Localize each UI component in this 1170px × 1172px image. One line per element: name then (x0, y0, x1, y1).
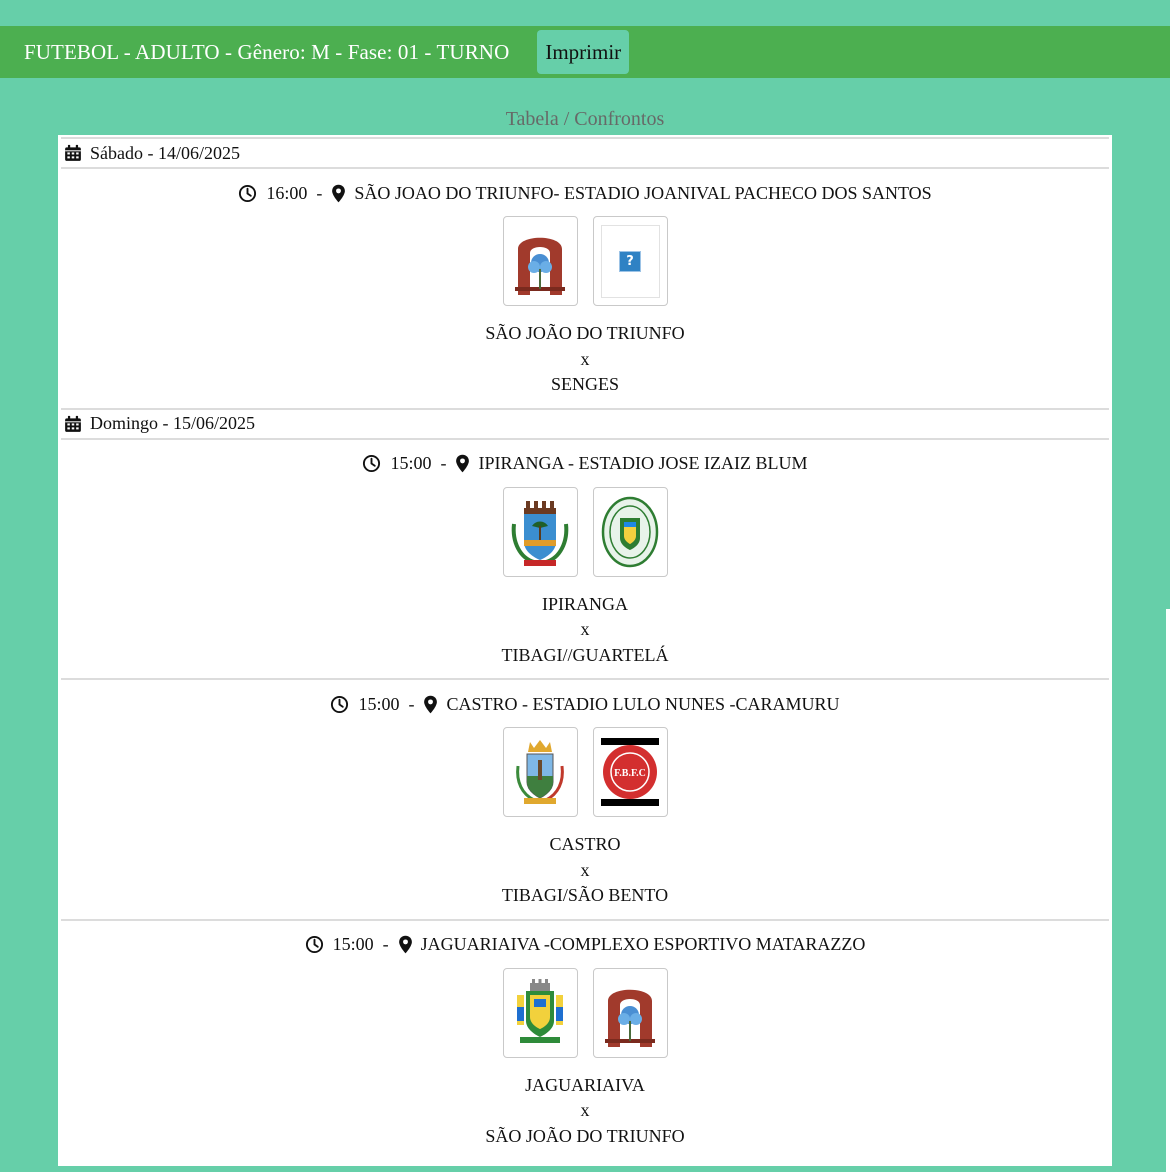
teams: SÃO JOÃO DO TRIUNFO x SENGES (61, 321, 1109, 408)
teams: JAGUARIAIVA x SÃO JOÃO DO TRIUNFO (61, 1073, 1109, 1160)
home-team: JAGUARIAIVA (525, 1074, 645, 1095)
team-logos (61, 486, 1109, 577)
match-info: 16:00 - SÃO JOAO DO TRIUNFO- ESTADIO JOA… (61, 169, 1109, 213)
match-time: 15:00 (358, 693, 400, 714)
match-item: 15:00 - CASTRO - ESTADIO LULO NUNES -CAR… (61, 680, 1109, 921)
match-item: 15:00 - IPIRANGA - ESTADIO JOSE IZAIZ BL… (61, 440, 1109, 680)
clock-icon (362, 454, 381, 473)
team-logos: F.B.F.C (61, 727, 1109, 817)
match-item: 15:00 - JAGUARIAIVA -COMPLEXO ESPORTIVO … (61, 921, 1109, 1160)
match-venue: JAGUARIAIVA -COMPLEXO ESPORTIVO MATARAZZ… (420, 934, 866, 954)
away-team: SENGES (550, 374, 619, 394)
clock-icon (330, 695, 349, 714)
top-bar: FUTEBOL - ADULTO - Gênero: M - Fase: 01 … (0, 26, 1170, 78)
teams: IPIRANGA x TIBAGI//GUARTELÁ (61, 592, 1109, 679)
separator: - (408, 693, 415, 714)
badge-text: F.B.F.C (614, 768, 646, 779)
team-logos (61, 967, 1109, 1058)
clock-icon (305, 935, 324, 954)
separator: - (316, 182, 323, 203)
fixtures-panel: Sábado - 14/06/2025 16:00 - SÃO JOAO DO … (58, 135, 1112, 1166)
match-venue: IPIRANGA - ESTADIO JOSE IZAIZ BLUM (478, 453, 808, 473)
match-time: 15:00 (332, 934, 374, 954)
teams: CASTRO x TIBAGI/SÃO BENTO (61, 832, 1109, 919)
away-team: TIBAGI//GUARTELÁ (501, 644, 669, 665)
castle-tree-crest-icon (502, 486, 578, 577)
day-label: Domingo - 15/06/2025 (90, 413, 255, 433)
clock-icon (238, 184, 257, 203)
home-team: SÃO JOÃO DO TRIUNFO (485, 323, 685, 343)
match-time: 16:00 (266, 182, 308, 203)
location-pin-icon (423, 695, 438, 714)
versus: x (580, 619, 590, 639)
day-header: Sábado - 14/06/2025 (61, 137, 1109, 169)
oval-crest-icon (592, 486, 668, 577)
home-team: CASTRO (549, 834, 621, 854)
match-info: 15:00 - IPIRANGA - ESTADIO JOSE IZAIZ BL… (61, 440, 1109, 484)
match-venue: SÃO JOAO DO TRIUNFO- ESTADIO JOANIVAL PA… (354, 182, 932, 203)
day-label: Sábado - 14/06/2025 (90, 142, 240, 163)
location-pin-icon (398, 935, 413, 954)
fbfc-badge-icon: F.B.F.C (592, 727, 668, 817)
competition-title: FUTEBOL - ADULTO - Gênero: M - Fase: 01 … (24, 39, 510, 64)
home-team: IPIRANGA (541, 593, 628, 614)
location-pin-icon (331, 184, 346, 203)
match-time: 15:00 (390, 453, 432, 473)
section-title: Tabela / Confrontos (505, 108, 665, 130)
arch-crest-icon (592, 967, 668, 1058)
team-logos: ? (61, 216, 1109, 306)
versus: x (580, 1100, 590, 1120)
scrollbar[interactable] (1166, 609, 1170, 1172)
calendar-icon (64, 415, 82, 433)
print-button[interactable]: Imprimir (537, 30, 630, 74)
separator: - (440, 453, 447, 473)
match-info: 15:00 - JAGUARIAIVA -COMPLEXO ESPORTIVO … (61, 921, 1109, 965)
arch-crest-icon (502, 216, 578, 306)
shield-crest-icon (502, 727, 578, 817)
missing-image-icon: ? (592, 216, 668, 306)
match-item: 16:00 - SÃO JOAO DO TRIUNFO- ESTADIO JOA… (61, 169, 1109, 408)
calendar-icon (64, 144, 82, 162)
match-info: 15:00 - CASTRO - ESTADIO LULO NUNES -CAR… (61, 680, 1109, 724)
match-venue: CASTRO - ESTADIO LULO NUNES -CARAMURU (446, 693, 840, 714)
separator: - (382, 934, 389, 954)
away-team: TIBAGI/SÃO BENTO (501, 885, 669, 905)
location-pin-icon (455, 454, 470, 473)
versus: x (580, 859, 590, 880)
day-header: Domingo - 15/06/2025 (61, 407, 1109, 440)
away-team: SÃO JOÃO DO TRIUNFO (485, 1125, 685, 1146)
versus: x (580, 348, 590, 369)
coat-of-arms-icon (502, 967, 578, 1058)
